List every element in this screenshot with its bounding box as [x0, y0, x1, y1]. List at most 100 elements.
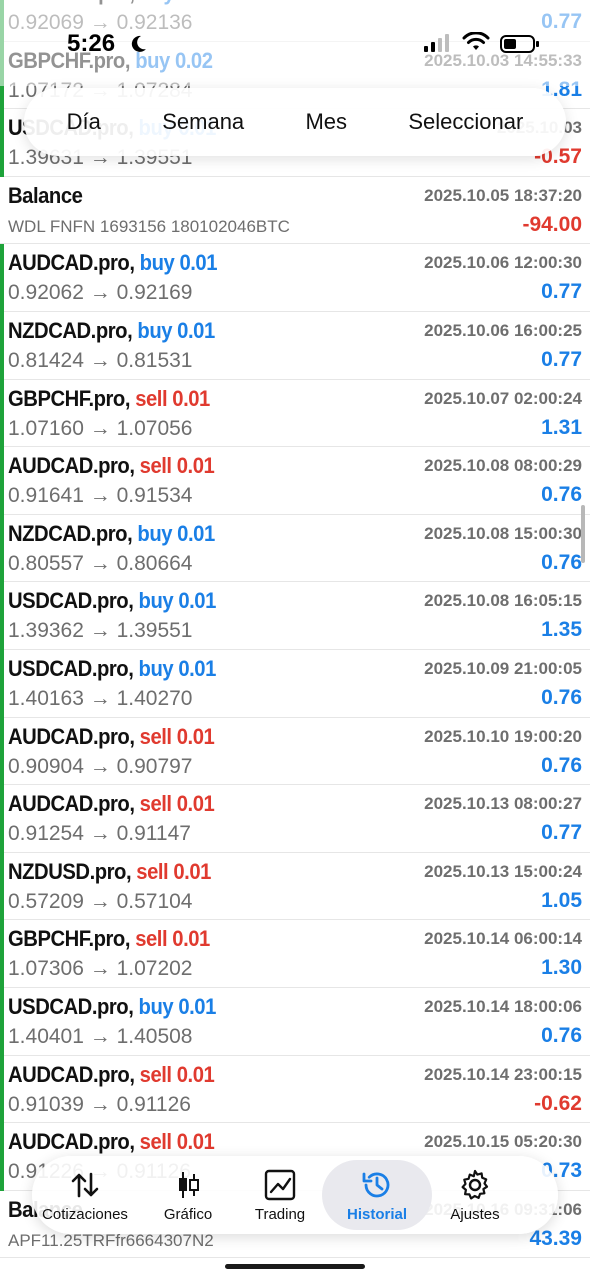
row-title: AUDCAD.pro, sell 0.01 — [8, 791, 215, 817]
row-title: GBPCHF.pro, sell 0.01 — [8, 386, 210, 412]
profit-value: -94.00 — [522, 212, 582, 236]
side-volume-label: sell 0.01 — [139, 1129, 215, 1155]
wifi-icon — [462, 32, 490, 50]
close-datetime: 2025.10.08 16:05:15 — [424, 591, 582, 611]
tab-settings[interactable]: Ajustes — [432, 1160, 518, 1230]
row-title: AUDCAD.pro, sell 0.01 — [8, 1129, 215, 1155]
status-bar: 5:26 — [0, 0, 590, 86]
close-datetime: 2025.10.05 18:37:20 — [424, 185, 582, 205]
close-datetime: 2025.10.13 08:00:27 — [424, 794, 582, 814]
close-datetime: 2025.10.08 08:00:29 — [424, 456, 582, 476]
period-selector: Día Semana Mes Seleccionar — [24, 88, 566, 156]
profit-value: 0.76 — [541, 753, 582, 777]
trade-row[interactable]: NZDCAD.pro, buy 0.01 2025.10.06 16:00:25 0… — [0, 311, 590, 380]
symbol-label: NZDUSD.pro, — [8, 858, 132, 884]
profit-value: 0.76 — [541, 685, 582, 709]
tab-history[interactable]: Historial — [322, 1160, 432, 1230]
symbol-label: AUDCAD.pro, — [8, 723, 135, 749]
trade-row[interactable]: USDCAD.pro, buy 0.01 2025.10.08 16:05:15 1… — [0, 582, 590, 650]
period-week-tab[interactable]: Semana — [162, 109, 244, 135]
side-volume-label: sell 0.01 — [136, 858, 211, 884]
profit-value: 0.77 — [541, 347, 582, 371]
gear-icon — [461, 1169, 489, 1199]
tab-quotes-label: Cotizaciones — [42, 1205, 128, 1223]
trade-row[interactable]: AUDCAD.pro, sell 0.01 2025.10.13 08:00:27… — [0, 785, 590, 853]
period-month-tab[interactable]: Mes — [305, 109, 347, 135]
symbol-label: AUDCAD.pro, — [8, 250, 135, 276]
close-datetime: 2025.10.07 02:00:24 — [424, 388, 582, 408]
price-range: 1.40163 → 1.40270 — [8, 686, 193, 710]
row-title: NZDCAD.pro, buy 0.01 — [8, 318, 215, 344]
row-title: USDCAD.pro, buy 0.01 — [8, 656, 216, 682]
row-title: NZDUSD.pro, sell 0.01 — [8, 859, 211, 885]
profit-value: 0.76 — [541, 550, 582, 574]
price-range: 0.80557 → 0.80664 — [8, 551, 193, 575]
row-title: NZDCAD.pro, buy 0.01 — [8, 521, 215, 547]
close-datetime: 2025.10.08 15:00:30 — [424, 523, 582, 543]
trade-row[interactable]: NZDCAD.pro, buy 0.01 2025.10.08 15:00:30 0… — [0, 514, 590, 583]
tab-quotes[interactable]: Cotizaciones — [32, 1160, 138, 1230]
symbol-label: GBPCHF.pro, — [8, 385, 131, 411]
price-range: 1.07306 → 1.07202 — [8, 957, 193, 981]
profit-value: 0.76 — [541, 483, 582, 507]
side-volume-label: buy 0.01 — [138, 588, 217, 614]
row-title: Balance — [8, 182, 83, 209]
close-datetime: 2025.10.09 21:00:05 — [424, 658, 582, 678]
side-volume-label: buy 0.01 — [138, 655, 217, 681]
history-list[interactable]: AUDCAD.pro, buy 0.012025.10.02 19:00:100… — [0, 0, 590, 1259]
home-indicator — [225, 1264, 365, 1269]
tab-history-label: Historial — [346, 1205, 407, 1223]
trade-row[interactable]: GBPCHF.pro, sell 0.01 2025.10.07 02:00:24… — [0, 379, 590, 448]
side-volume-label: buy 0.01 — [137, 520, 215, 546]
clock: 5:26 — [67, 30, 116, 57]
close-datetime: 2025.10.13 15:00:24 — [424, 861, 582, 881]
moon-icon — [131, 35, 146, 52]
trade-row[interactable]: USDCAD.pro, buy 0.01 2025.10.09 21:00:05 1… — [0, 649, 590, 718]
period-day-tab[interactable]: Día — [67, 109, 101, 135]
price-range: 1.40401 → 1.40508 — [8, 1024, 193, 1048]
period-custom-tab[interactable]: Seleccionar — [408, 109, 523, 135]
price-range: 0.92062 → 0.92169 — [8, 281, 193, 305]
profit-value: 0.76 — [541, 1023, 582, 1047]
close-datetime: 2025.10.10 19:00:20 — [424, 726, 582, 746]
trade-row[interactable]: NZDUSD.pro, sell 0.01 2025.10.13 15:00:24… — [0, 852, 590, 921]
trade-row[interactable]: USDCAD.pro, buy 0.01 2025.10.14 18:00:06 1… — [0, 987, 590, 1056]
trade-row[interactable]: AUDCAD.pro, sell 0.01 2025.10.08 08:00:29… — [0, 447, 590, 515]
close-datetime: 2025.10.06 12:00:30 — [424, 253, 582, 273]
side-volume-label: sell 0.01 — [135, 926, 210, 952]
candlestick-icon — [179, 1171, 199, 1198]
side-volume-label: sell 0.01 — [139, 723, 215, 749]
row-title: USDCAD.pro, buy 0.01 — [8, 588, 216, 614]
trade-row[interactable]: AUDCAD.pro, buy 0.01 2025.10.06 12:00:30 0… — [0, 244, 590, 312]
tab-chart[interactable]: Gráfico — [138, 1160, 238, 1230]
profit-value: 1.35 — [541, 618, 582, 642]
side-volume-label: buy 0.01 — [139, 250, 218, 276]
trade-row[interactable]: AUDCAD.pro, sell 0.01 2025.10.14 23:00:15… — [0, 1055, 590, 1124]
side-volume-label: buy 0.01 — [137, 317, 215, 343]
tab-trading[interactable]: Trading — [238, 1160, 322, 1230]
row-title: AUDCAD.pro, buy 0.01 — [8, 250, 217, 276]
scroll-indicator[interactable] — [581, 505, 585, 563]
trend-chart-icon — [264, 1169, 296, 1200]
row-title: USDCAD.pro, buy 0.01 — [8, 994, 216, 1020]
row-title: AUDCAD.pro, sell 0.01 — [8, 723, 215, 750]
trade-row[interactable]: AUDCAD.pro, sell 0.01 2025.10.10 19:00:20… — [0, 717, 590, 786]
balance-row[interactable]: Balance 2025.10.05 18:37:20 WDL FNFN 16931… — [0, 177, 590, 245]
trade-row[interactable]: GBPCHF.pro, sell 0.01 2025.10.14 06:00:14… — [0, 920, 590, 988]
close-datetime: 2025.10.14 18:00:06 — [424, 996, 582, 1016]
symbol-label: AUDCAD.pro, — [8, 791, 135, 817]
side-volume-label: buy 0.01 — [138, 993, 217, 1019]
profit-value: 0.77 — [541, 821, 582, 845]
balance-comment: WDL FNFN 1693156 180102046BTC — [8, 216, 290, 236]
symbol-label: AUDCAD.pro, — [8, 1129, 135, 1155]
symbol-label: USDCAD.pro, — [8, 655, 134, 681]
price-range: 0.91641 → 0.91534 — [8, 484, 193, 508]
symbol-label: Balance — [8, 182, 83, 208]
tab-chart-label: Gráfico — [163, 1205, 213, 1223]
row-title: GBPCHF.pro, sell 0.01 — [8, 926, 210, 952]
history-clock-icon — [362, 1172, 390, 1197]
symbol-label: NZDCAD.pro, — [8, 520, 133, 546]
symbol-label: AUDCAD.pro, — [8, 453, 135, 479]
bottom-tab-bar: Cotizaciones Gráfico Trading Historial A… — [32, 1156, 558, 1234]
profit-value: 1.05 — [541, 888, 582, 912]
